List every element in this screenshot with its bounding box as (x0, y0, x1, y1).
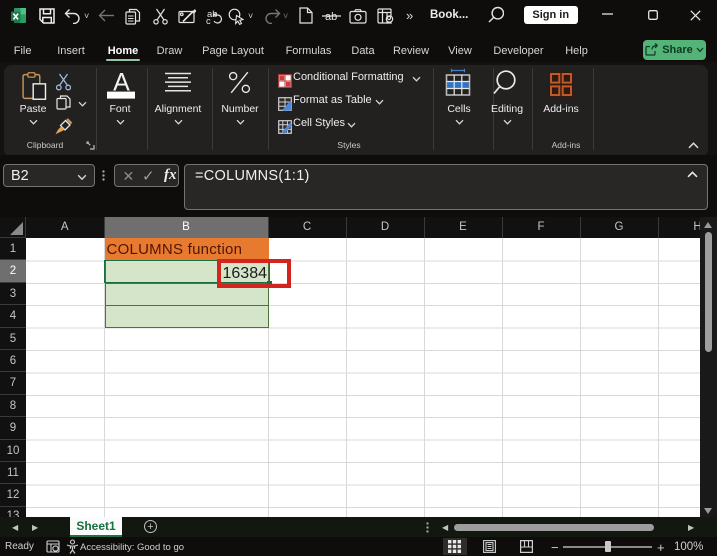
svg-text:ab: ab (325, 11, 337, 23)
svg-text:c: c (206, 16, 211, 25)
